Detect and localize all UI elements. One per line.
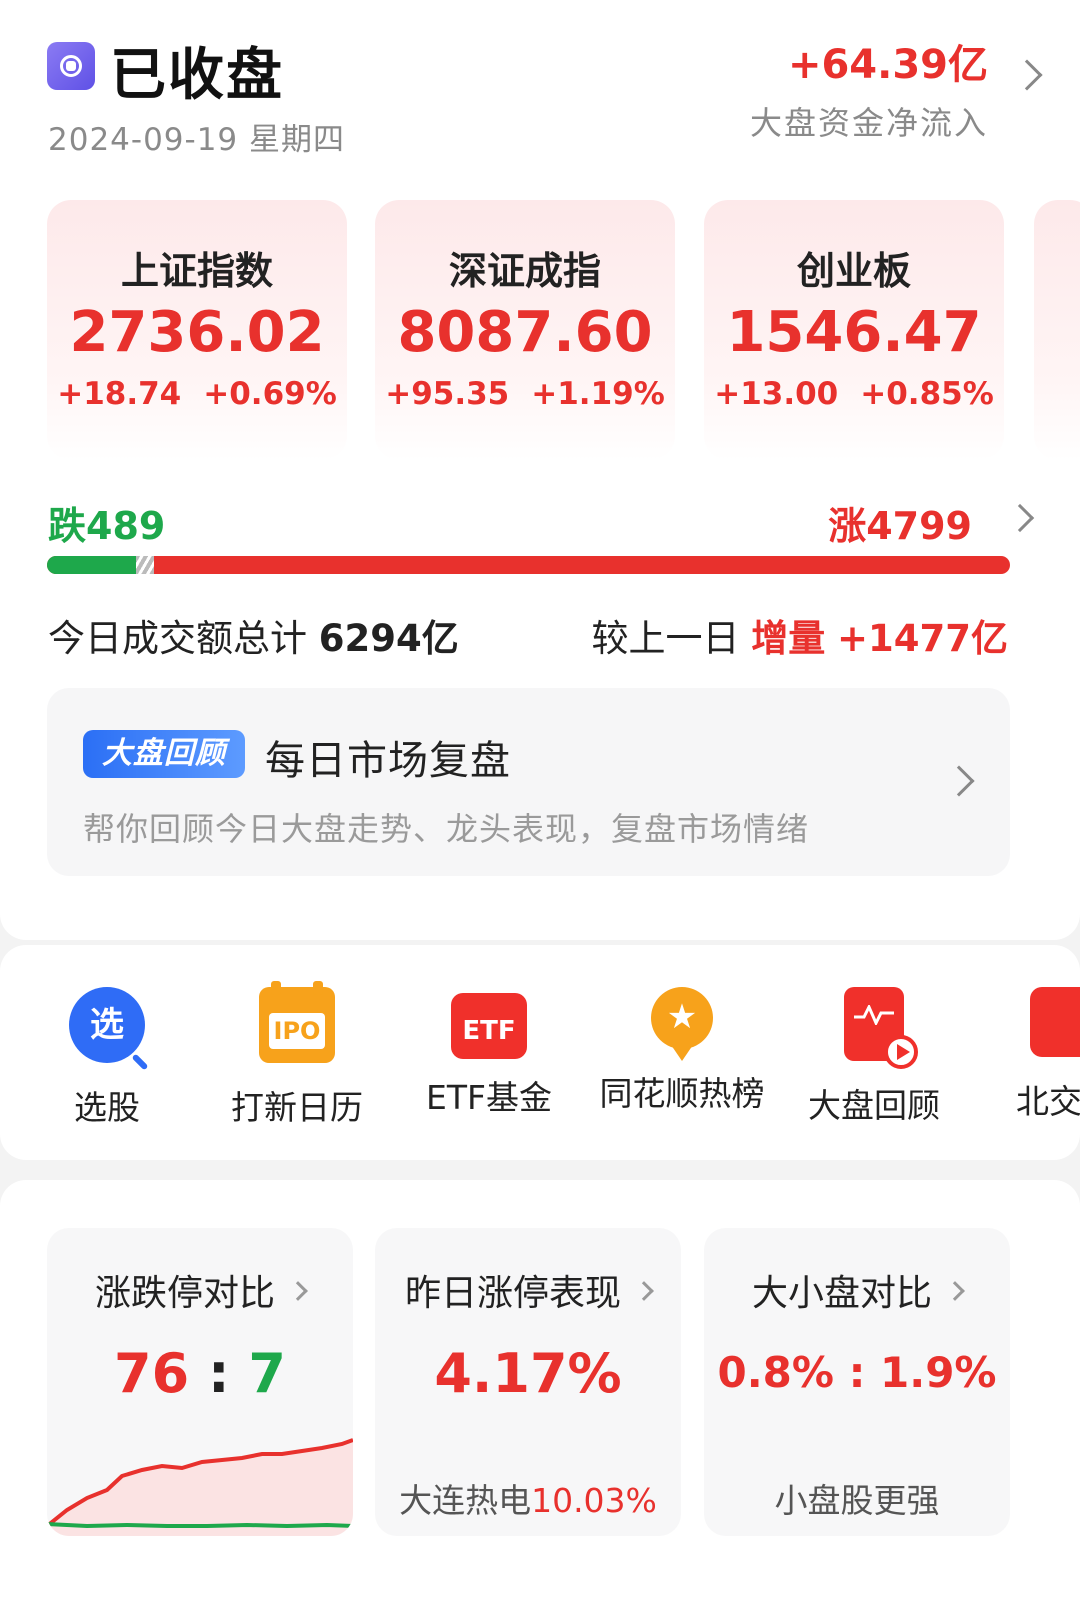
tool-label: 北交	[1016, 1082, 1080, 1121]
market-closed-icon	[47, 42, 95, 90]
index-change-pct: +0.69%	[203, 376, 337, 412]
index-name: 上证指数	[120, 249, 273, 293]
chevron-right-icon	[634, 1281, 654, 1301]
rise-count[interactable]: 涨4799	[828, 495, 972, 550]
market-date: 2024-09-19 星期四	[48, 122, 346, 158]
ipo-calendar-icon: IPO	[259, 981, 335, 1063]
market-overview-section: 已收盘 2024-09-19 星期四 +64.39亿 大盘资金净流入 上证指数 …	[0, 0, 1080, 940]
limit-trend-sparkline	[47, 1438, 353, 1536]
compare-label: 较上一日	[591, 617, 740, 660]
cap-comparison: 0.8% : 1.9%	[717, 1348, 997, 1397]
fall-count: 跌489	[48, 504, 166, 548]
daily-review-card[interactable]: 大盘回顾 每日市场复盘 帮你回顾今日大盘走势、龙头表现，复盘市场情绪	[47, 688, 1010, 876]
limit-up-count: 76	[114, 1342, 190, 1405]
compare-value: +1477亿	[837, 617, 1008, 660]
tool-etf[interactable]: ETF ETF基金	[399, 987, 579, 1119]
index-change: +95.35	[385, 376, 510, 412]
beijing-exchange-icon	[1030, 987, 1080, 1057]
compare-word: 增量	[751, 617, 826, 660]
card-title: 昨日涨停表现	[404, 1273, 621, 1314]
turnover-value: 6294亿	[318, 617, 459, 660]
tool-label: 选股	[74, 1088, 140, 1127]
top-stock-name: 大连热电	[399, 1481, 532, 1520]
tool-select-stock[interactable]: 选 选股	[17, 987, 197, 1129]
index-value: 8087.60	[397, 300, 653, 365]
index-change: +18.74	[57, 376, 182, 412]
etf-icon: ETF	[451, 993, 527, 1059]
breadth-flat-segment	[136, 556, 154, 574]
cap-comparison-note: 小盘股更强	[774, 1481, 940, 1520]
turnover-total: 今日成交额总计 6294亿	[48, 608, 459, 662]
market-review-icon	[844, 987, 918, 1069]
breadth-bar	[47, 556, 1010, 574]
tool-label: ETF基金	[426, 1078, 552, 1117]
market-status: 已收盘	[110, 43, 284, 108]
index-name: 创业板	[796, 249, 911, 293]
tool-beijing-exchange[interactable]: 北交	[962, 987, 1080, 1123]
limit-down-count: 7	[248, 1342, 286, 1405]
limit-up-down-card[interactable]: 涨跌停对比 76 : 7	[47, 1228, 353, 1536]
index-change-pct: +1.19%	[531, 376, 665, 412]
tool-label: 大盘回顾	[808, 1086, 940, 1125]
review-title: 每日市场复盘	[265, 738, 511, 784]
top-stock-change: 10.03%	[531, 1481, 657, 1520]
index-card-chinext[interactable]: 创业板 1546.47 +13.00 +0.85%	[704, 200, 1004, 460]
index-value: 1546.47	[726, 300, 982, 365]
net-flow-label[interactable]: 大盘资金净流入	[750, 98, 988, 144]
chevron-right-icon	[945, 1281, 965, 1301]
chevron-right-icon	[288, 1281, 308, 1301]
chevron-right-icon[interactable]	[1005, 503, 1035, 533]
select-stock-icon: 选	[69, 987, 145, 1063]
tool-hot-list[interactable]: ★ 同花顺热榜	[592, 987, 772, 1115]
tool-label: 同花顺热榜	[599, 1074, 765, 1113]
index-card-shanghai[interactable]: 上证指数 2736.02 +18.74 +0.69%	[47, 200, 347, 460]
net-flow-value[interactable]: +64.39亿	[788, 32, 988, 90]
yesterday-limit-up-card[interactable]: 昨日涨停表现 4.17% 大连热电10.03%	[375, 1228, 681, 1536]
tool-label: 打新日历	[231, 1088, 363, 1127]
large-small-cap-card[interactable]: 大小盘对比 0.8% : 1.9% 小盘股更强	[704, 1228, 1010, 1536]
turnover-label: 今日成交额总计	[48, 617, 307, 660]
review-badge: 大盘回顾	[83, 730, 245, 778]
turnover-compare: 较上一日 增量 +1477亿	[591, 608, 1008, 662]
index-card-next[interactable]	[1034, 200, 1080, 460]
hot-list-icon: ★	[651, 987, 713, 1061]
index-change-pct: +0.85%	[860, 376, 994, 412]
index-card-shenzhen[interactable]: 深证成指 8087.60 +95.35 +1.19%	[375, 200, 675, 460]
chevron-right-icon[interactable]	[1011, 59, 1043, 91]
index-value: 2736.02	[69, 300, 325, 365]
tools-row: 选 选股 IPO 打新日历 ETF ETF基金 ★ 同花顺热榜 大盘回顾 北交	[0, 945, 1080, 1160]
breadth-fall-segment	[47, 556, 136, 574]
index-change: +13.00	[714, 376, 839, 412]
chevron-right-icon[interactable]	[943, 765, 975, 797]
limit-up-performance: 4.17%	[434, 1342, 622, 1405]
ratio-separator: :	[207, 1342, 230, 1405]
tool-ipo-calendar[interactable]: IPO 打新日历	[207, 981, 387, 1129]
index-name: 深证成指	[448, 249, 601, 293]
card-title: 大小盘对比	[751, 1273, 932, 1314]
tool-market-review[interactable]: 大盘回顾	[784, 987, 964, 1127]
review-description: 帮你回顾今日大盘走势、龙头表现，复盘市场情绪	[83, 810, 810, 848]
stats-section: 涨跌停对比 76 : 7 昨日涨停表现 4.17% 大连热电10.03% 大小盘…	[0, 1180, 1080, 1603]
card-title: 涨跌停对比	[94, 1273, 275, 1314]
